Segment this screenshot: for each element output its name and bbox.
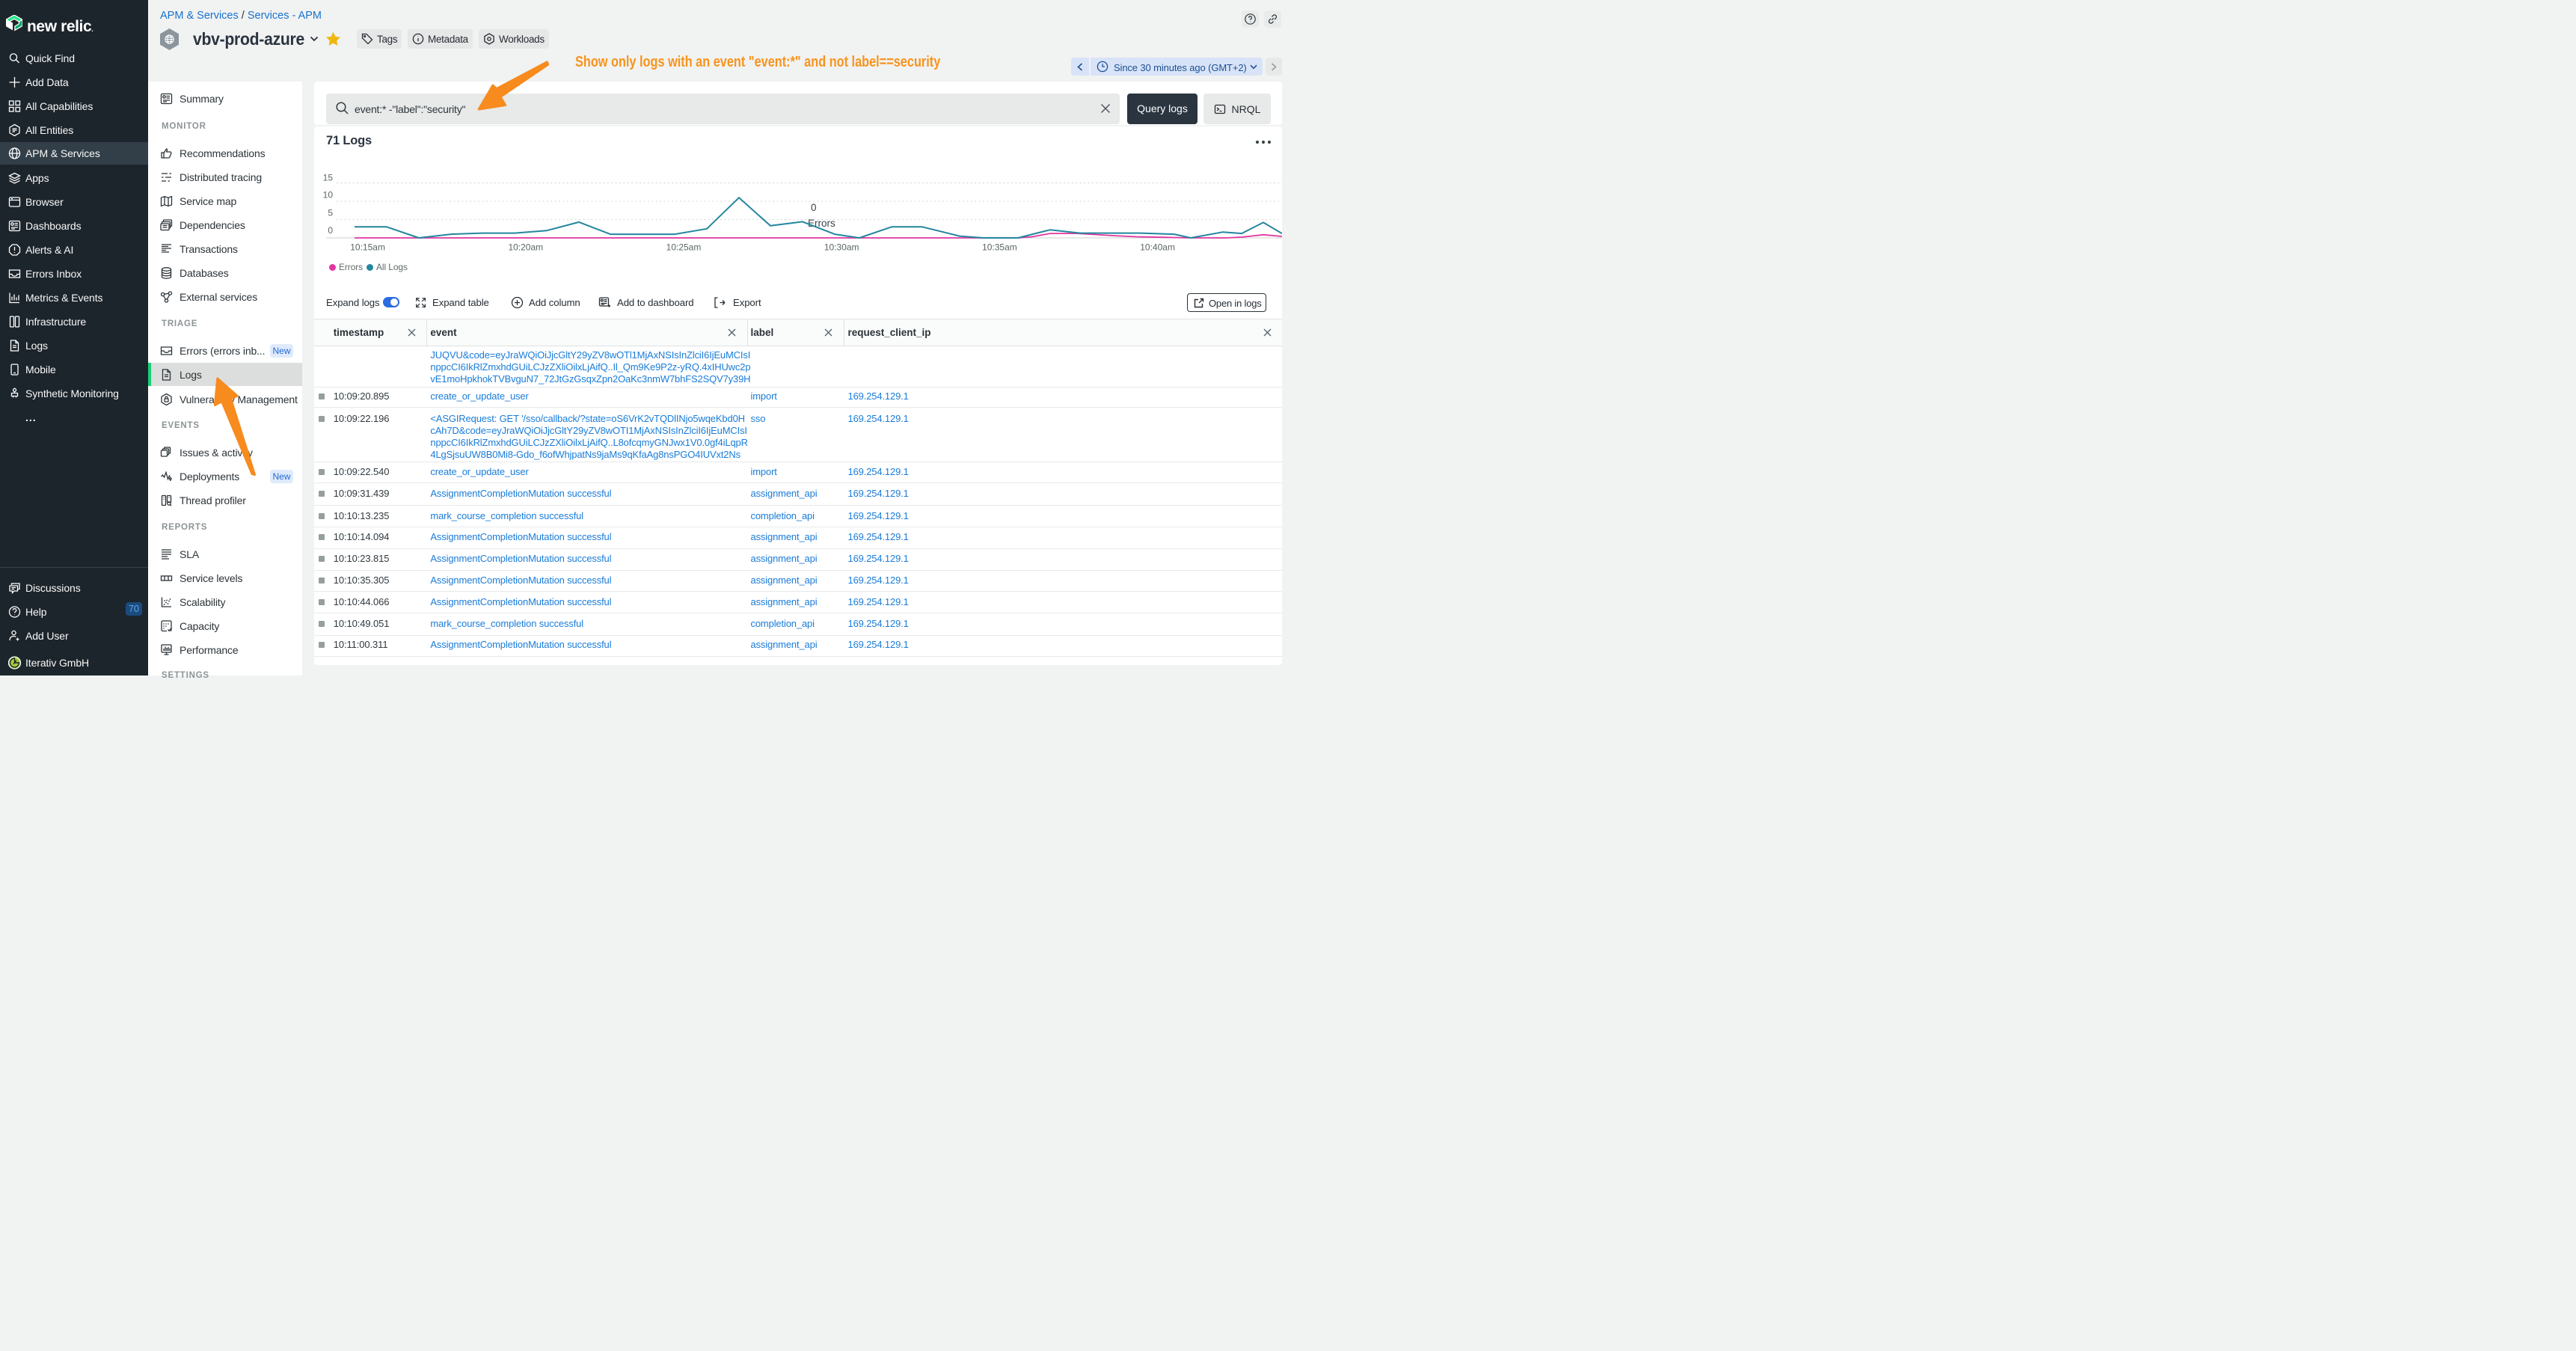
svg-text:0: 0: [328, 225, 333, 236]
svg-text:15: 15: [323, 173, 334, 183]
svg-text:10:25am: 10:25am: [666, 242, 702, 253]
svg-text:10:35am: 10:35am: [982, 242, 1017, 253]
svg-text:5: 5: [328, 208, 333, 218]
svg-text:10:15am: 10:15am: [350, 242, 385, 253]
svg-text:10: 10: [323, 190, 334, 200]
svg-text:0: 0: [811, 202, 817, 213]
svg-text:Errors: Errors: [808, 218, 835, 229]
svg-text:10:30am: 10:30am: [824, 242, 859, 253]
svg-text:10:40am: 10:40am: [1140, 242, 1175, 253]
svg-text:10:20am: 10:20am: [508, 242, 543, 253]
